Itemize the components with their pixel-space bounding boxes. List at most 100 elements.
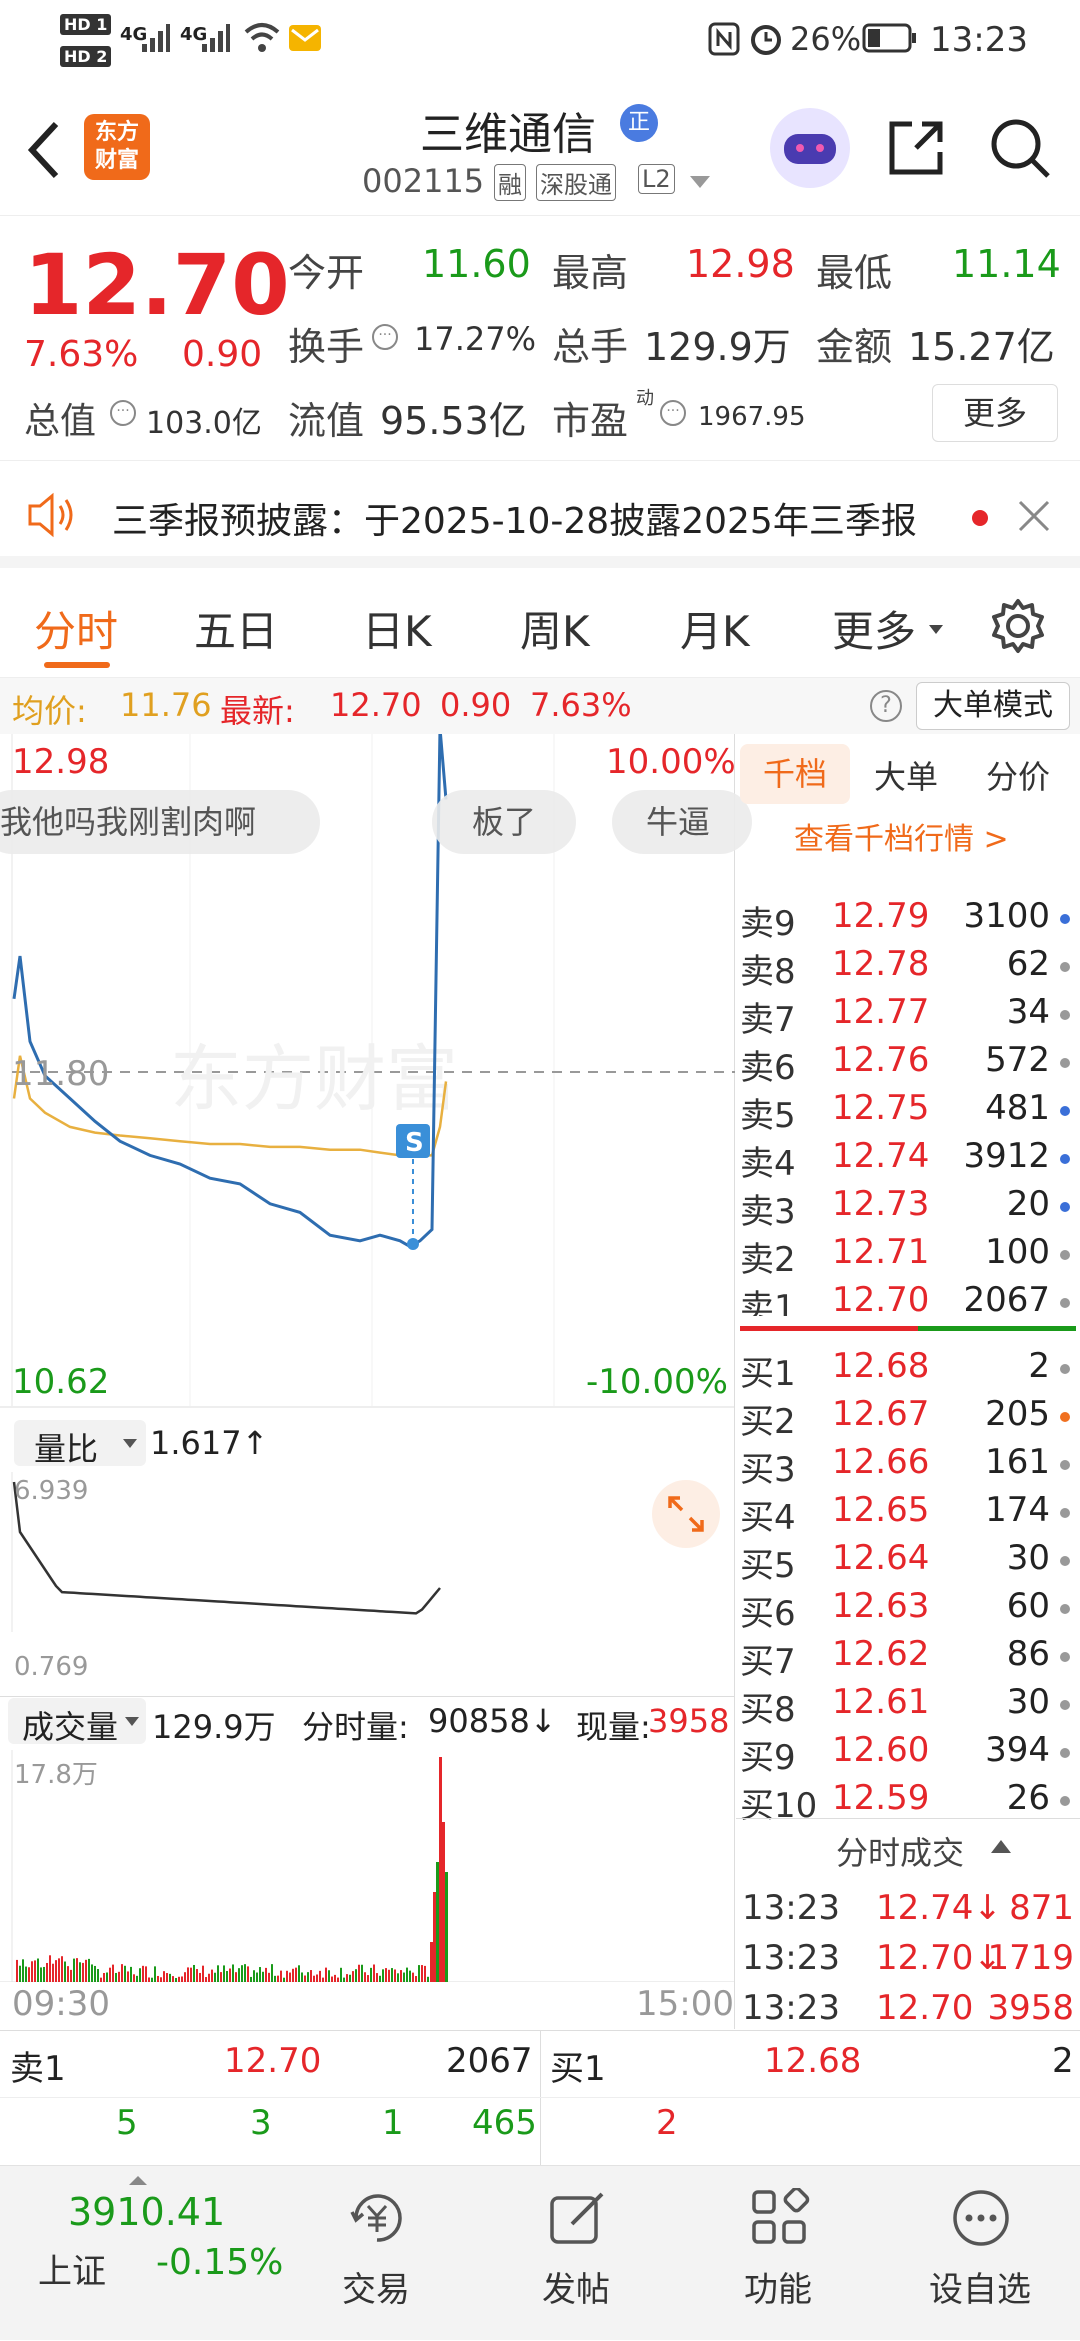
notice-text: 三季报预披露：于2025-10-28披露2025年三季报 <box>112 501 917 542</box>
share-icon[interactable] <box>886 118 946 178</box>
volume-bar <box>271 1964 273 1982</box>
status-bar: HD 1 HD 2 4G 4G 26% 13:23 <box>0 0 1080 84</box>
volume-bar <box>406 1967 408 1982</box>
bid-row[interactable]: 买1 12.68 2 <box>736 1342 1080 1394</box>
volume-bar <box>391 1968 393 1982</box>
battery-percent: 26% <box>790 20 862 58</box>
close-icon[interactable] <box>1018 500 1050 532</box>
volume-bar <box>265 1967 267 1982</box>
volume-bar <box>349 1974 351 1982</box>
depth-link[interactable]: 查看千档行情 > <box>794 814 1009 858</box>
intraday-chart[interactable]: 东方财富 S 12.98 10.00% 11.80 10.62 -10.00% … <box>0 734 752 2029</box>
ask-row[interactable]: 卖5 12.75 481 <box>736 1084 1080 1136</box>
nav-add-watchlist[interactable]: 设自选 <box>910 2166 1050 2341</box>
chevron-down-icon[interactable] <box>688 174 712 190</box>
grid-icon <box>752 2188 810 2244</box>
bid-row[interactable]: 买3 12.66 161 <box>736 1438 1080 1490</box>
volume-bar <box>34 1960 36 1982</box>
order-dot <box>1060 1700 1070 1710</box>
time-end-label: 15:00 <box>636 1984 734 2024</box>
nav-functions[interactable]: 功能 <box>708 2166 848 2341</box>
current-volume-label: 现量: <box>576 1708 651 1746</box>
bullet-comment: 板了 <box>432 790 576 854</box>
bid-list: 买1 12.68 2 买2 12.67 205 买3 12.66 161 买4 12.65 174 买5… <box>736 1342 1080 1826</box>
ratio-max-label: 6.939 <box>14 1476 89 1506</box>
volume-bar <box>340 1967 342 1982</box>
ticks-header[interactable]: 分时成交 <box>836 1828 964 1874</box>
volume-selector[interactable]: 成交量 <box>8 1698 146 1746</box>
nav-post[interactable]: 发帖 <box>506 2166 646 2341</box>
index-name[interactable]: 上证 <box>38 2244 106 2293</box>
volume-bar <box>190 1967 192 1982</box>
info-icon[interactable]: ··· <box>660 400 686 426</box>
bid-row[interactable]: 买10 12.59 26 <box>736 1774 1080 1826</box>
bid-row[interactable]: 买7 12.62 86 <box>736 1630 1080 1682</box>
info-icon[interactable]: ··· <box>110 400 136 426</box>
index-change[interactable]: -0.15% <box>156 2242 283 2283</box>
volume-bar <box>283 1977 285 1982</box>
tab-price-distribution[interactable]: 分价 <box>986 752 1050 798</box>
more-button[interactable]: 更多 <box>932 384 1058 442</box>
stock-header: 东方 财富 三维通信 正 002115 融 深股通 L2 <box>0 84 1080 216</box>
ask-list: 卖9 12.79 3100 卖8 12.78 62 卖7 12.77 34 卖6 12.76 572 卖… <box>736 874 1080 1316</box>
ask-row[interactable]: 卖1 12.70 2067 <box>736 1276 1080 1316</box>
bid-volume: 394 <box>985 1730 1050 1770</box>
level2-tag: L2 <box>638 164 675 194</box>
back-icon[interactable] <box>24 120 64 180</box>
notice-bar[interactable]: 三季报预披露：于2025-10-28披露2025年三季报 <box>0 462 1080 568</box>
ask-row[interactable]: 卖7 12.77 34 <box>736 988 1080 1040</box>
nav-trade[interactable]: 交易 <box>306 2166 446 2341</box>
ask-volume: 3100 <box>963 896 1050 936</box>
expand-button[interactable] <box>652 1480 720 1548</box>
info-icon[interactable]: ··· <box>372 324 398 350</box>
chevron-up-icon[interactable] <box>990 1838 1012 1854</box>
ask-row[interactable]: 卖3 12.73 20 <box>736 1180 1080 1232</box>
sell-marker-label: S <box>405 1128 424 1158</box>
ask-row[interactable]: 卖6 12.76 572 <box>736 1036 1080 1088</box>
index-value[interactable]: 3910.41 <box>68 2190 225 2234</box>
tab-five-day[interactable]: 五日 <box>194 598 278 659</box>
ratio-selector[interactable]: 量比 <box>14 1420 146 1468</box>
volume-bar <box>433 1892 436 1982</box>
gear-icon[interactable] <box>990 598 1046 654</box>
ask-row[interactable]: 卖9 12.79 3100 <box>736 892 1080 944</box>
bid-row[interactable]: 买5 12.64 30 <box>736 1534 1080 1586</box>
tab-monthly-k[interactable]: 月K <box>680 598 750 659</box>
bid-price: 12.62 <box>832 1634 930 1674</box>
help-icon[interactable]: ? <box>870 690 902 722</box>
volume-bar <box>262 1971 264 1982</box>
volume-bar <box>19 1965 21 1982</box>
tab-more[interactable]: 更多 <box>832 598 916 659</box>
bid-level: 买1 <box>740 1354 796 1394</box>
volume-bar <box>121 1964 123 1982</box>
bid-row[interactable]: 买4 12.65 174 <box>736 1486 1080 1538</box>
bid-row[interactable]: 买8 12.61 30 <box>736 1678 1080 1730</box>
tab-big-orders[interactable]: 大单 <box>874 752 938 798</box>
tab-thousand-depth[interactable]: 千档 <box>740 744 850 804</box>
volume-bar <box>58 1958 60 1982</box>
bid-row[interactable]: 买2 12.67 205 <box>736 1390 1080 1442</box>
bid-price: 12.63 <box>832 1586 930 1626</box>
bid-volume: 30 <box>1006 1682 1050 1722</box>
chevron-up-icon[interactable] <box>128 2174 148 2186</box>
avg-value: 11.76 <box>120 686 212 724</box>
ask-volume: 3912 <box>963 1136 1050 1176</box>
tab-weekly-k[interactable]: 周K <box>520 598 590 659</box>
ask-row[interactable]: 卖2 12.71 100 <box>736 1228 1080 1280</box>
bid-row[interactable]: 买6 12.63 60 <box>736 1582 1080 1634</box>
tab-daily-k[interactable]: 日K <box>362 598 432 659</box>
volume-bar <box>289 1972 291 1982</box>
mktcap-label: 总值 <box>24 401 97 442</box>
volume-bar <box>25 1966 27 1982</box>
ask-row[interactable]: 卖8 12.78 62 <box>736 940 1080 992</box>
ask-row[interactable]: 卖4 12.74 3912 <box>736 1132 1080 1184</box>
volume-bar <box>61 1956 63 1982</box>
tab-intraday[interactable]: 分时 <box>34 598 118 659</box>
bid-row[interactable]: 买9 12.60 394 <box>736 1726 1080 1778</box>
assistant-avatar[interactable] <box>770 108 850 188</box>
search-icon[interactable] <box>988 116 1052 180</box>
trade-icon <box>350 2194 402 2242</box>
big-order-mode-button[interactable]: 大单模式 <box>916 682 1070 730</box>
volume-bar <box>256 1972 258 1982</box>
signal-icon <box>142 24 170 52</box>
